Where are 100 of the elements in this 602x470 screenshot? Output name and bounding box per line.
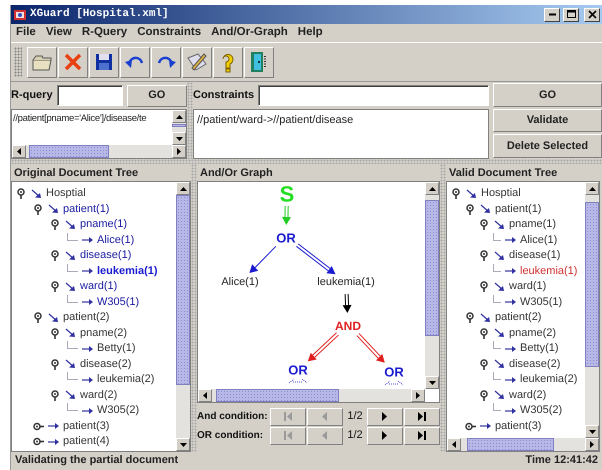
next-button[interactable] — [366, 408, 403, 426]
tree-node-label[interactable]: pname(1) — [80, 218, 128, 232]
scroll-up-button[interactable] — [425, 182, 439, 195]
open-button[interactable] — [27, 46, 57, 78]
expanded-handle-icon[interactable] — [50, 281, 61, 292]
menu-item[interactable]: And/Or-Graph — [206, 24, 293, 42]
expanded-handle-icon[interactable] — [16, 188, 27, 200]
close-button[interactable] — [584, 8, 600, 22]
scroll-right-button[interactable] — [411, 389, 425, 402]
tree-node-label[interactable]: pname(2) — [80, 326, 128, 340]
menu-item[interactable]: R-Query — [76, 24, 132, 42]
go-button[interactable]: GO — [126, 84, 187, 106]
scroll-up-button[interactable] — [585, 182, 599, 195]
expanded-handle-icon[interactable] — [479, 328, 490, 339]
scroll-thumb[interactable] — [28, 145, 110, 158]
graph-node[interactable]: OR — [288, 362, 308, 378]
tree-node-label[interactable]: pname(2) — [509, 326, 556, 340]
action-button[interactable]: Validate — [493, 108, 602, 132]
tree-node-label[interactable]: disease(1) — [80, 249, 132, 262]
scroll-left-button[interactable] — [447, 438, 461, 451]
vertical-scrollbar[interactable] — [176, 182, 190, 451]
graph-node[interactable]: Alice(1) — [221, 276, 259, 288]
tree-node-label[interactable]: W305(1) — [97, 296, 140, 309]
graph-node[interactable]: AND — [335, 319, 361, 333]
scroll-thumb[interactable] — [585, 202, 599, 368]
tree-node-label[interactable]: patient(3) — [495, 420, 542, 433]
graph-node[interactable]: OR — [276, 230, 296, 246]
expanded-handle-icon[interactable] — [479, 358, 490, 370]
graph-node[interactable]: OR — [384, 364, 404, 380]
maximize-button[interactable] — [563, 8, 579, 22]
tree-node-label[interactable]: Betty(1) — [97, 342, 136, 356]
tree-node-label[interactable]: ward(2) — [80, 388, 118, 402]
expanded-handle-icon[interactable] — [479, 219, 490, 230]
scroll-thumb[interactable] — [216, 389, 340, 402]
menu-item[interactable]: Constraints — [132, 24, 206, 42]
tree-node-label[interactable]: patient(3) — [63, 420, 110, 433]
vertical-scrollbar[interactable] — [585, 182, 599, 438]
menu-item[interactable]: View — [40, 24, 77, 42]
query-entry[interactable]: //patient[pname='Alice']/disease/te — [12, 110, 146, 128]
tree-node-label[interactable]: Alice(1) — [520, 234, 558, 247]
scroll-down-button[interactable] — [585, 425, 599, 438]
scroll-left-button[interactable] — [12, 145, 26, 158]
tree-node-label[interactable]: W305(2) — [97, 404, 140, 418]
tree-node-label[interactable]: patient(1) — [63, 202, 110, 216]
expanded-handle-icon[interactable] — [479, 390, 490, 401]
tree-node-label[interactable]: leukemia(1) — [520, 264, 578, 278]
tree-node-label[interactable]: W305(2) — [520, 404, 562, 418]
action-button[interactable]: GO — [493, 83, 602, 107]
tree-node-label[interactable]: ward(1) — [80, 280, 118, 294]
expanded-handle-icon[interactable] — [33, 204, 44, 215]
tree-node-label[interactable]: disease(2) — [80, 358, 132, 371]
scroll-up-button[interactable] — [172, 110, 186, 123]
constraint-entry[interactable]: //patient/ward->//patient/disease — [194, 110, 488, 130]
horizontal-scrollbar[interactable] — [447, 438, 599, 451]
tree-node-label[interactable]: Hosptial — [46, 187, 86, 200]
vertical-scrollbar[interactable] — [172, 110, 186, 145]
collapsed-handle-icon[interactable] — [33, 420, 44, 432]
expanded-handle-icon[interactable] — [465, 312, 476, 324]
tree-node-label[interactable]: leukemia(2) — [520, 373, 578, 386]
expanded-handle-icon[interactable] — [451, 188, 462, 200]
tree-node-label[interactable]: Betty(1) — [520, 342, 559, 356]
undo-button[interactable] — [120, 46, 150, 78]
tree-node-label[interactable]: ward(2) — [509, 388, 546, 402]
tree-node-label[interactable]: disease(1) — [509, 249, 560, 262]
expanded-handle-icon[interactable] — [50, 358, 61, 370]
redo-button[interactable] — [151, 46, 181, 78]
tree-node-label[interactable]: leukemia(1) — [97, 264, 158, 278]
scroll-thumb[interactable] — [172, 124, 186, 127]
toolbar-grip[interactable] — [14, 47, 22, 77]
menu-item[interactable]: File — [11, 24, 41, 42]
tree-node-label[interactable]: patient(4) — [63, 435, 110, 448]
scroll-right-button[interactable] — [172, 145, 186, 158]
tree-node-label[interactable]: Alice(1) — [97, 234, 134, 247]
expanded-handle-icon[interactable] — [465, 204, 476, 215]
tree-node-label[interactable]: pname(1) — [509, 218, 556, 232]
expanded-handle-icon[interactable] — [50, 390, 61, 401]
query-input-field[interactable] — [56, 85, 123, 106]
expanded-handle-icon[interactable] — [479, 250, 490, 262]
tree-node-label[interactable]: patient(1) — [495, 202, 542, 216]
tree-node-label[interactable]: disease(2) — [509, 358, 560, 371]
horizontal-scrollbar[interactable] — [198, 389, 425, 402]
collapsed-branch-icon[interactable] — [384, 380, 404, 386]
collapsed-branch-icon[interactable] — [288, 378, 308, 384]
horizontal-scrollbar[interactable] — [12, 145, 186, 158]
tree-node-label[interactable]: ward(1) — [509, 280, 546, 294]
constraint-input-field[interactable] — [258, 85, 489, 106]
expanded-handle-icon[interactable] — [479, 281, 490, 292]
collapsed-handle-icon[interactable] — [465, 420, 476, 432]
tree-node-label[interactable]: Hosptial — [481, 187, 521, 200]
scroll-down-button[interactable] — [425, 376, 439, 389]
scroll-left-button[interactable] — [198, 389, 212, 402]
vertical-scrollbar[interactable] — [425, 182, 439, 389]
tree-node-label[interactable]: leukemia(2) — [97, 373, 154, 386]
collapsed-handle-icon[interactable] — [33, 436, 44, 448]
save-button[interactable] — [89, 46, 119, 78]
menu-item[interactable]: Help — [292, 24, 328, 42]
scroll-up-button[interactable] — [176, 182, 190, 195]
scroll-thumb[interactable] — [176, 195, 190, 385]
expanded-handle-icon[interactable] — [50, 250, 61, 262]
expanded-handle-icon[interactable] — [50, 328, 61, 339]
